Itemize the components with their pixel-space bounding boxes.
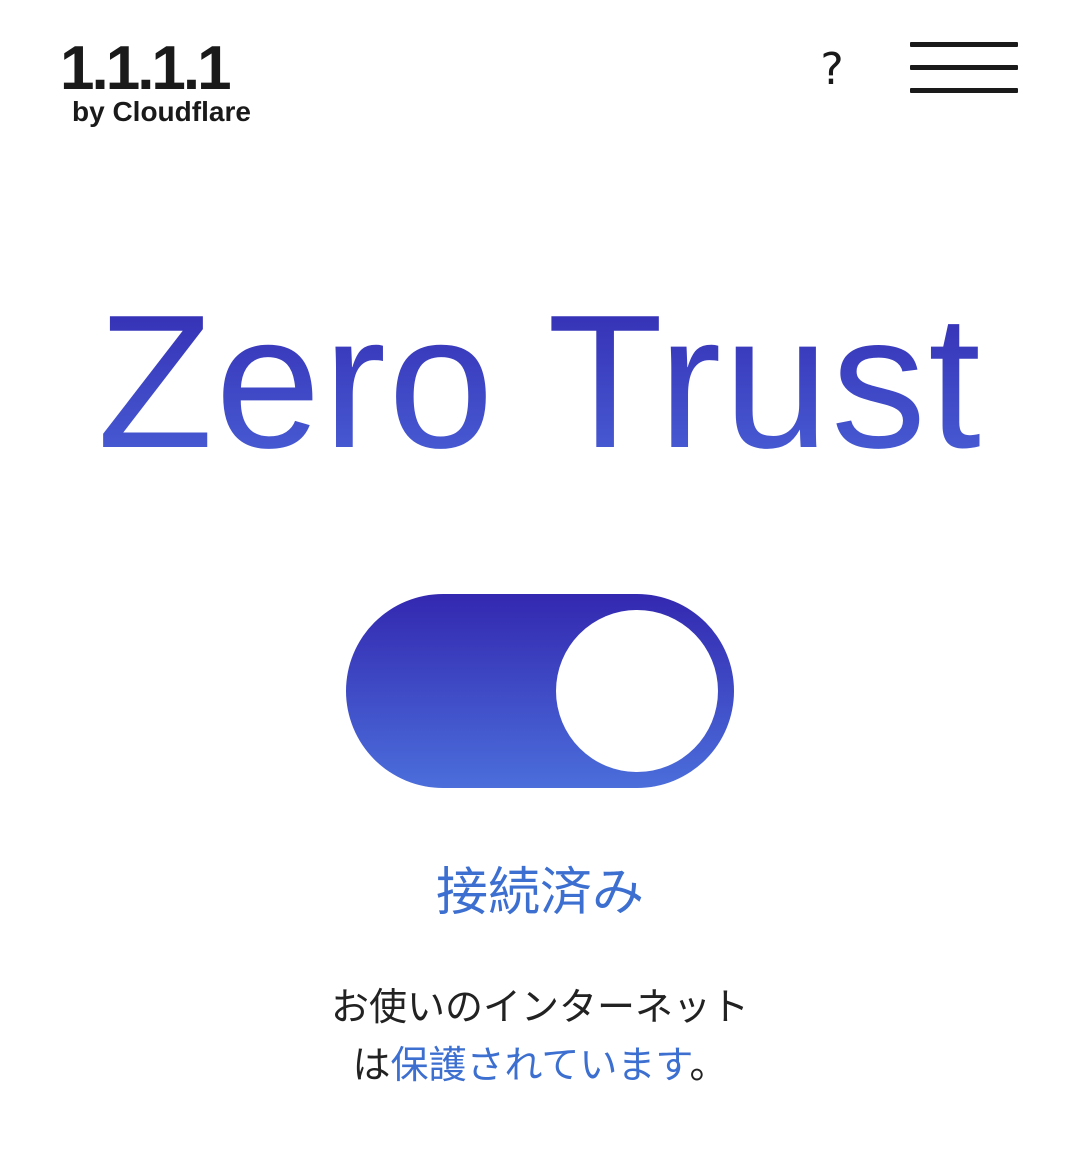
description-suffix: 。	[689, 1043, 728, 1087]
logo-title: 1.1.1.1	[60, 34, 232, 103]
menu-bar-middle	[910, 65, 1018, 70]
app-screen: 1.1.1.1 by Cloudflare ? Zero Trust 接続済み …	[0, 0, 1080, 1169]
help-button[interactable]: ?	[812, 40, 852, 100]
menu-bar-top	[910, 42, 1018, 47]
menu-bar-bottom	[910, 88, 1018, 93]
protection-description: お使いのインターネット は保護されています。	[0, 978, 1080, 1094]
description-prefix: は	[352, 1043, 391, 1087]
hero-title: Zero Trust	[0, 282, 1080, 482]
connection-toggle[interactable]	[346, 594, 734, 788]
app-logo: 1.1.1.1 by Cloudflare	[60, 38, 251, 126]
description-line-2: は保護されています。	[0, 1036, 1080, 1094]
toggle-knob	[556, 610, 718, 772]
logo-subtitle: by Cloudflare	[72, 96, 251, 127]
hamburger-menu-icon[interactable]	[910, 40, 1018, 98]
protected-highlight: 保護されています	[390, 1043, 690, 1087]
description-line-1: お使いのインターネット	[330, 985, 749, 1029]
connection-status: 接続済み	[435, 863, 644, 923]
